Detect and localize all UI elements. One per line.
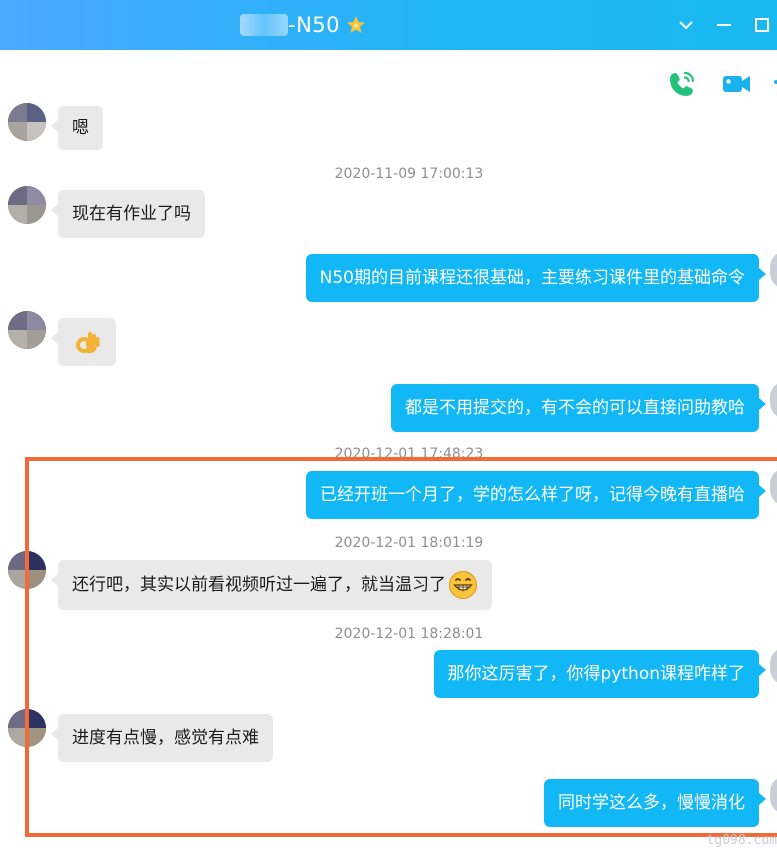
minimize-icon[interactable] (712, 13, 736, 37)
avatar (8, 311, 46, 349)
chevron-down-icon[interactable] (674, 13, 698, 37)
grin-emoji (449, 571, 477, 599)
message-text: 都是不用提交的，有不会的可以直接问助教哈 (405, 398, 745, 418)
avatar (8, 709, 46, 747)
message-bubble[interactable]: 进度有点慢，感觉有点难 (51, 714, 273, 762)
message-bubble[interactable]: 那你这厉害了，你得python课程咋样了 (433, 650, 767, 698)
timestamp: 2020-12-01 18:28:01 (334, 626, 484, 642)
message-bubble[interactable]: 嗯 (51, 106, 103, 150)
message-bubble[interactable]: 还行吧，其实以前看视频听过一遍了，就当温习了 (51, 560, 492, 610)
self-avatar (770, 251, 777, 289)
timestamp: 2020-12-01 18:01:19 (334, 535, 484, 551)
maximize-icon[interactable] (750, 13, 774, 37)
blurred-name (240, 14, 288, 36)
self-avatar (770, 468, 777, 506)
message-bubble[interactable]: 现在有作业了吗 (51, 190, 205, 238)
chat-title: -N50 (240, 10, 366, 40)
message-bubble[interactable]: N50期的目前课程还很基础，主要练习课件里的基础命令 (305, 254, 767, 302)
message-text: 那你这厉害了，你得python课程咋样了 (447, 664, 745, 684)
message-bubble[interactable]: 同时学这么多，慢慢消化 (544, 779, 766, 827)
avatar (8, 186, 46, 224)
watermark: tg098.com (706, 833, 777, 848)
phone-call-icon[interactable] (666, 68, 698, 100)
message-text: 同时学这么多，慢慢消化 (558, 793, 745, 813)
message-text: 进度有点慢，感觉有点难 (72, 728, 259, 748)
chat-title-text: -N50 (288, 13, 341, 37)
message-text: 现在有作业了吗 (72, 204, 191, 224)
avatar (8, 103, 46, 141)
self-avatar (770, 647, 777, 685)
message-text: 已经开班一个月了，学的怎么样了呀，记得今晚有直播哈 (320, 485, 745, 505)
badge-star-icon (347, 16, 366, 33)
avatar (8, 551, 46, 589)
message-text: N50期的目前课程还很基础，主要练习课件里的基础命令 (319, 268, 745, 288)
timestamp: 2020-12-01 17:48:23 (334, 446, 484, 462)
message-bubble[interactable] (51, 318, 116, 366)
message-bubble[interactable]: 已经开班一个月了，学的怎么样了呀，记得今晚有直播哈 (306, 471, 766, 519)
message-bubble[interactable]: 都是不用提交的，有不会的可以直接问助教哈 (391, 384, 766, 432)
ok-hand-emoji (76, 332, 100, 354)
self-avatar (770, 776, 777, 814)
message-text: 还行吧，其实以前看视频听过一遍了，就当温习了 (72, 575, 446, 595)
title-bar: -N50 (0, 0, 777, 50)
timestamp: 2020-11-09 17:00:13 (334, 166, 484, 182)
self-avatar (770, 381, 777, 419)
video-camera-icon[interactable] (720, 68, 752, 100)
message-text: 嗯 (72, 118, 89, 138)
